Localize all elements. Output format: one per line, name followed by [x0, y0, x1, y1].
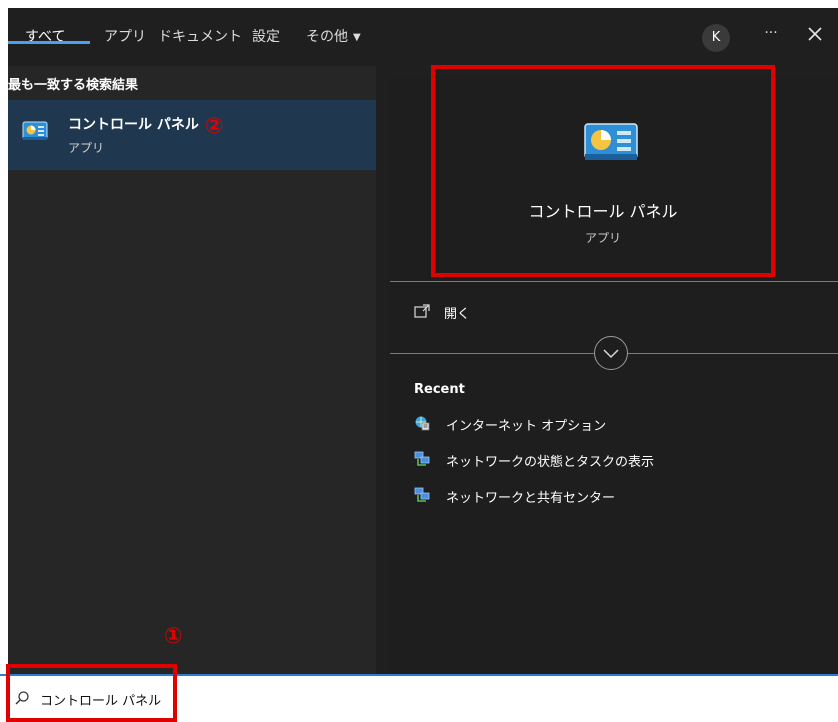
- tab-more[interactable]: その他 ▼: [306, 26, 361, 46]
- divider: [390, 281, 838, 282]
- results-pane: 最も一致する検索結果 コントロール パネル アプリ: [8, 66, 376, 676]
- annotation-marker-2: ②: [205, 114, 224, 139]
- active-tab-indicator: [8, 41, 90, 44]
- recent-item-label: ネットワークと共有センター: [446, 491, 616, 506]
- account-avatar[interactable]: K: [702, 24, 730, 52]
- result-item-control-panel[interactable]: コントロール パネル アプリ: [8, 100, 376, 170]
- recent-item-label: ネットワークの状態とタスクの表示: [446, 455, 655, 470]
- chevron-down-icon: [603, 349, 619, 359]
- close-icon: [808, 27, 822, 41]
- control-panel-icon: [22, 121, 48, 140]
- expand-button[interactable]: [594, 336, 628, 370]
- tab-settings[interactable]: 設定: [252, 26, 280, 46]
- divider: [390, 353, 594, 354]
- recent-heading: Recent: [414, 382, 465, 397]
- tab-documents[interactable]: ドキュメント: [158, 26, 242, 46]
- close-button[interactable]: [805, 23, 825, 45]
- annotation-marker-1: ①: [164, 624, 183, 649]
- caret-down-icon: ▼: [353, 32, 361, 43]
- best-match-heading: 最も一致する検索結果: [8, 78, 139, 93]
- result-title: コントロール パネル: [68, 117, 199, 133]
- open-icon: [414, 304, 430, 318]
- tab-apps[interactable]: アプリ: [104, 26, 146, 46]
- divider: [628, 353, 838, 354]
- recent-item-label: インターネット オプション: [446, 419, 607, 434]
- highlight-box-detail: [431, 65, 775, 277]
- open-label: 開く: [444, 307, 471, 322]
- network-icon: [414, 451, 430, 466]
- tab-more-label: その他: [306, 29, 348, 45]
- more-options-button[interactable]: ···: [760, 25, 782, 41]
- result-subtitle: アプリ: [68, 141, 105, 155]
- internet-options-icon: [415, 416, 430, 431]
- network-icon: [414, 487, 430, 502]
- tab-bar: すべて アプリ ドキュメント 設定 その他 ▼ K ···: [8, 8, 838, 66]
- highlight-box-search: [6, 664, 177, 722]
